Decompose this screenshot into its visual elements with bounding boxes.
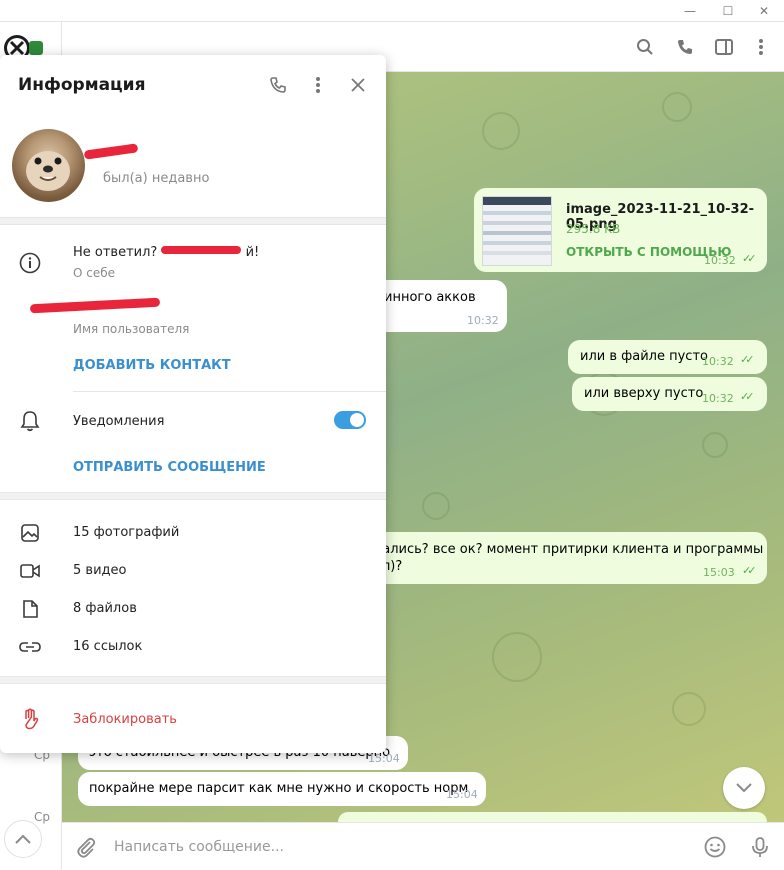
panel-more-button[interactable] bbox=[306, 73, 330, 97]
sidebar-toggle-button[interactable] bbox=[713, 36, 735, 58]
redacted-bio bbox=[161, 246, 242, 254]
outgoing-message[interactable]: или в файле пусто 10:32 ✓✓ bbox=[568, 340, 767, 374]
paperclip-icon bbox=[77, 837, 96, 858]
more-menu-button[interactable] bbox=[750, 36, 772, 58]
chevron-up-icon bbox=[15, 834, 31, 844]
redacted-username bbox=[29, 297, 161, 314]
block-user-button[interactable]: Заблокировать bbox=[73, 712, 177, 727]
incoming-message[interactable]: покрайне мере парсит как мне нужно и ско… bbox=[78, 772, 486, 806]
read-ticks-icon: ✓✓ bbox=[740, 353, 755, 366]
section-divider bbox=[0, 676, 386, 684]
notifications-label: Уведомления bbox=[73, 414, 165, 429]
redacted-user-name bbox=[83, 143, 139, 160]
chevron-down-icon bbox=[736, 783, 752, 793]
section-divider bbox=[0, 492, 386, 500]
panel-call-button[interactable] bbox=[266, 73, 290, 97]
emoji-icon bbox=[704, 836, 726, 858]
maximize-icon: ☐ bbox=[722, 4, 734, 18]
video-icon bbox=[18, 559, 42, 583]
outgoing-message[interactable]: или вверху пусто 10:32 ✓✓ bbox=[572, 377, 767, 411]
media-files-item[interactable]: 8 файлов bbox=[73, 601, 137, 616]
media-links-item[interactable]: 16 ссылок bbox=[73, 639, 142, 654]
message-time: 10:32 bbox=[702, 355, 734, 368]
phone-icon bbox=[270, 77, 286, 93]
search-button[interactable] bbox=[634, 36, 656, 58]
attach-button[interactable] bbox=[74, 835, 98, 859]
message-text-line1: рались? все ок? момент притирки клиента … bbox=[374, 542, 764, 557]
message-text: инного акков bbox=[384, 290, 476, 305]
add-contact-button[interactable]: ДОБАВИТЬ КОНТАКТ bbox=[73, 358, 231, 373]
message-time: 15:04 bbox=[446, 788, 478, 801]
background-doodle bbox=[702, 432, 728, 458]
file-message[interactable]: image_2023-11-21_10-32-05.png 295.8 KB О… bbox=[474, 188, 767, 272]
outgoing-message-partial[interactable] bbox=[338, 812, 767, 822]
user-info-panel: Информация был(а) недавно Не ответил? й!… bbox=[0, 55, 386, 753]
panel-close-button[interactable] bbox=[346, 73, 370, 97]
background-doodle bbox=[482, 112, 520, 150]
bio-text: Не ответил? й! bbox=[73, 245, 259, 260]
message-time: 15:04 bbox=[368, 752, 400, 765]
background-doodle bbox=[672, 692, 706, 726]
file-icon bbox=[18, 597, 42, 621]
bell-icon bbox=[18, 409, 42, 433]
username-label: Имя пользователя bbox=[73, 322, 190, 336]
sidebar-icon bbox=[715, 39, 733, 55]
minimize-button[interactable]: — bbox=[672, 0, 708, 22]
row-divider bbox=[73, 391, 386, 392]
chat-date-label: Ср bbox=[34, 810, 50, 824]
bio-tail-text: й! bbox=[245, 245, 260, 260]
read-ticks-icon: ✓✓ bbox=[742, 252, 757, 265]
file-size: 295.8 KB bbox=[566, 222, 621, 236]
call-button[interactable] bbox=[674, 36, 696, 58]
close-icon bbox=[351, 78, 365, 92]
outgoing-message[interactable]: рались? все ок? момент притирки клиента … bbox=[362, 532, 767, 584]
background-doodle bbox=[492, 632, 542, 682]
incoming-message[interactable]: инного акков 10:32 bbox=[372, 280, 507, 332]
phone-icon bbox=[678, 40, 692, 54]
message-time: 10:32 bbox=[704, 254, 736, 267]
search-icon bbox=[637, 39, 653, 55]
window-titlebar: — ☐ ✕ bbox=[0, 0, 784, 22]
message-time: 10:32 bbox=[702, 392, 734, 405]
message-text: покрайне мере парсит как мне нужно и ско… bbox=[89, 781, 469, 796]
link-icon bbox=[18, 635, 42, 659]
message-time: 10:32 bbox=[467, 314, 499, 327]
read-ticks-icon: ✓✓ bbox=[742, 564, 757, 577]
emoji-button[interactable] bbox=[703, 835, 727, 859]
user-status: был(а) недавно bbox=[103, 171, 210, 186]
maximize-button[interactable]: ☐ bbox=[710, 0, 746, 22]
hand-stop-icon bbox=[18, 707, 42, 731]
avatar[interactable] bbox=[12, 129, 85, 202]
background-doodle bbox=[422, 492, 450, 520]
more-vertical-icon bbox=[316, 77, 320, 93]
notifications-toggle[interactable] bbox=[334, 411, 366, 429]
message-time: 15:03 bbox=[703, 566, 735, 579]
send-message-button[interactable]: ОТПРАВИТЬ СООБЩЕНИЕ bbox=[73, 460, 266, 475]
voice-button[interactable] bbox=[748, 835, 772, 859]
message-text: или вверху пусто bbox=[584, 386, 704, 401]
bio-label: О себе bbox=[73, 266, 116, 280]
bio-visible-text: Не ответил? bbox=[73, 245, 158, 260]
read-ticks-icon: ✓✓ bbox=[740, 390, 755, 403]
info-icon bbox=[18, 251, 42, 275]
toggle-knob bbox=[350, 413, 364, 427]
message-text: или в файле пусто bbox=[580, 349, 708, 364]
background-doodle bbox=[662, 92, 692, 122]
message-composer: Написать сообщение... bbox=[62, 822, 784, 870]
media-videos-item[interactable]: 5 видео bbox=[73, 563, 126, 578]
file-thumbnail[interactable] bbox=[482, 196, 552, 266]
message-input[interactable]: Написать сообщение... bbox=[114, 839, 284, 855]
close-window-button[interactable]: ✕ bbox=[746, 0, 782, 22]
minimize-icon: — bbox=[684, 4, 696, 18]
panel-title: Информация bbox=[18, 75, 146, 95]
photo-icon bbox=[18, 521, 42, 545]
close-icon: ✕ bbox=[758, 4, 770, 18]
media-photos-item[interactable]: 15 фотографий bbox=[73, 525, 179, 540]
section-divider bbox=[0, 217, 386, 225]
scroll-up-button[interactable] bbox=[4, 820, 42, 858]
scroll-to-bottom-button[interactable] bbox=[723, 767, 765, 809]
more-vertical-icon bbox=[759, 39, 763, 55]
microphone-icon bbox=[752, 837, 768, 857]
